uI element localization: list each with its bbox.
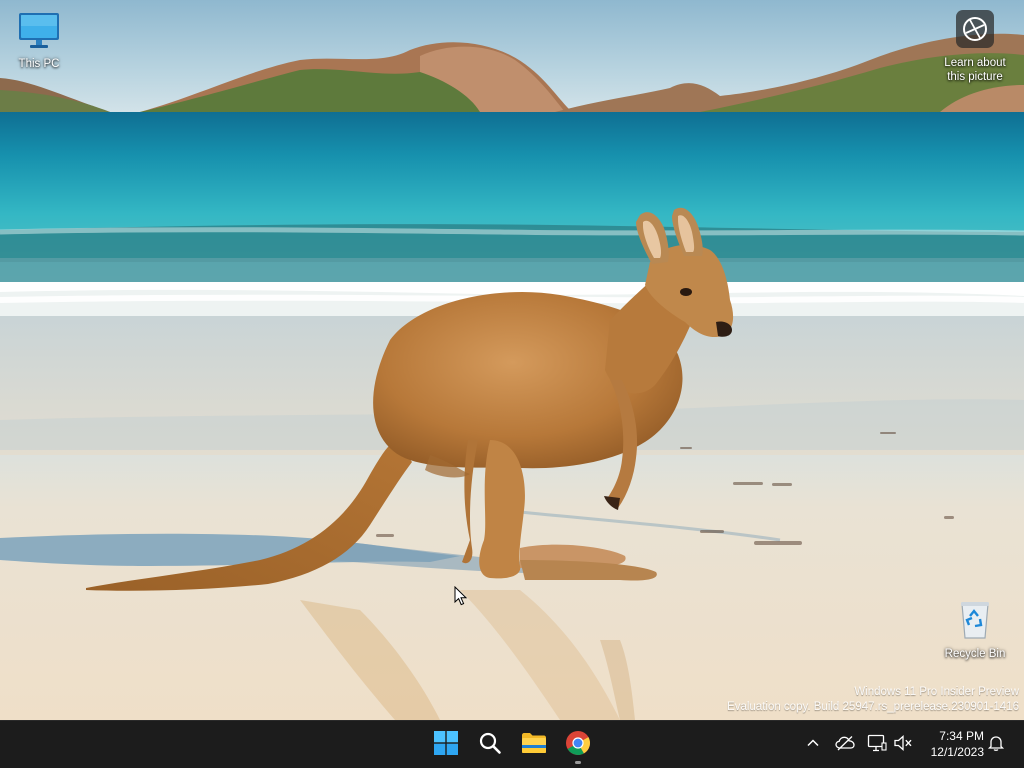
desktop[interactable]: This PC Learn about this picture Recycle…: [0, 0, 1024, 720]
desktop-icon-this-pc[interactable]: This PC: [1, 8, 77, 70]
mouse-pointer-icon: [454, 586, 468, 606]
start-button[interactable]: [426, 725, 466, 765]
desktop-icon-label: Recycle Bin: [944, 648, 1006, 660]
network-icon: [867, 734, 887, 757]
search-button[interactable]: [470, 725, 510, 765]
folder-icon: [521, 731, 547, 760]
show-hidden-icons-button[interactable]: [801, 733, 825, 757]
running-indicator: [575, 761, 581, 764]
file-explorer-button[interactable]: [514, 725, 554, 765]
clock-time: 7:34 PM: [939, 729, 984, 743]
desktop-icon-label: This PC: [18, 58, 60, 70]
monitor-icon: [1, 8, 77, 55]
onedrive-tray-button[interactable]: [833, 733, 857, 757]
wallpaper-kangaroo-beach: [0, 0, 1024, 720]
bell-icon: [987, 734, 1005, 757]
desktop-icon-recycle-bin[interactable]: Recycle Bin: [937, 598, 1013, 660]
clock-button[interactable]: 7:34 PM 12/1/2023: [918, 728, 984, 760]
chrome-icon: [565, 730, 591, 761]
learn-about-label-line1: Learn about: [944, 57, 1006, 69]
windows-logo-icon: [434, 730, 458, 760]
watermark-line2: Evaluation copy. Build 25947.rs_prerelea…: [727, 701, 1019, 713]
taskbar: 7:34 PM 12/1/2023: [0, 720, 1024, 768]
watermark-line1: Windows 11 Pro Insider Preview: [854, 686, 1019, 698]
volume-tray-button[interactable]: [891, 733, 915, 757]
network-tray-button[interactable]: [865, 733, 889, 757]
windows-evaluation-watermark: Windows 11 Pro Insider Preview Evaluatio…: [727, 685, 1019, 715]
chrome-button[interactable]: [558, 725, 598, 765]
recycle-bin-icon: [937, 598, 1013, 645]
volume-muted-icon: [893, 734, 913, 757]
learn-about-picture-button[interactable]: Learn about this picture: [934, 10, 1016, 84]
camera-lens-icon: [956, 10, 994, 48]
notifications-button[interactable]: [984, 733, 1008, 757]
learn-about-label-line2: this picture: [947, 71, 1003, 83]
search-icon: [478, 731, 502, 760]
chevron-up-icon: [806, 736, 820, 755]
clock-date: 12/1/2023: [930, 745, 984, 759]
onedrive-icon: [835, 735, 855, 756]
